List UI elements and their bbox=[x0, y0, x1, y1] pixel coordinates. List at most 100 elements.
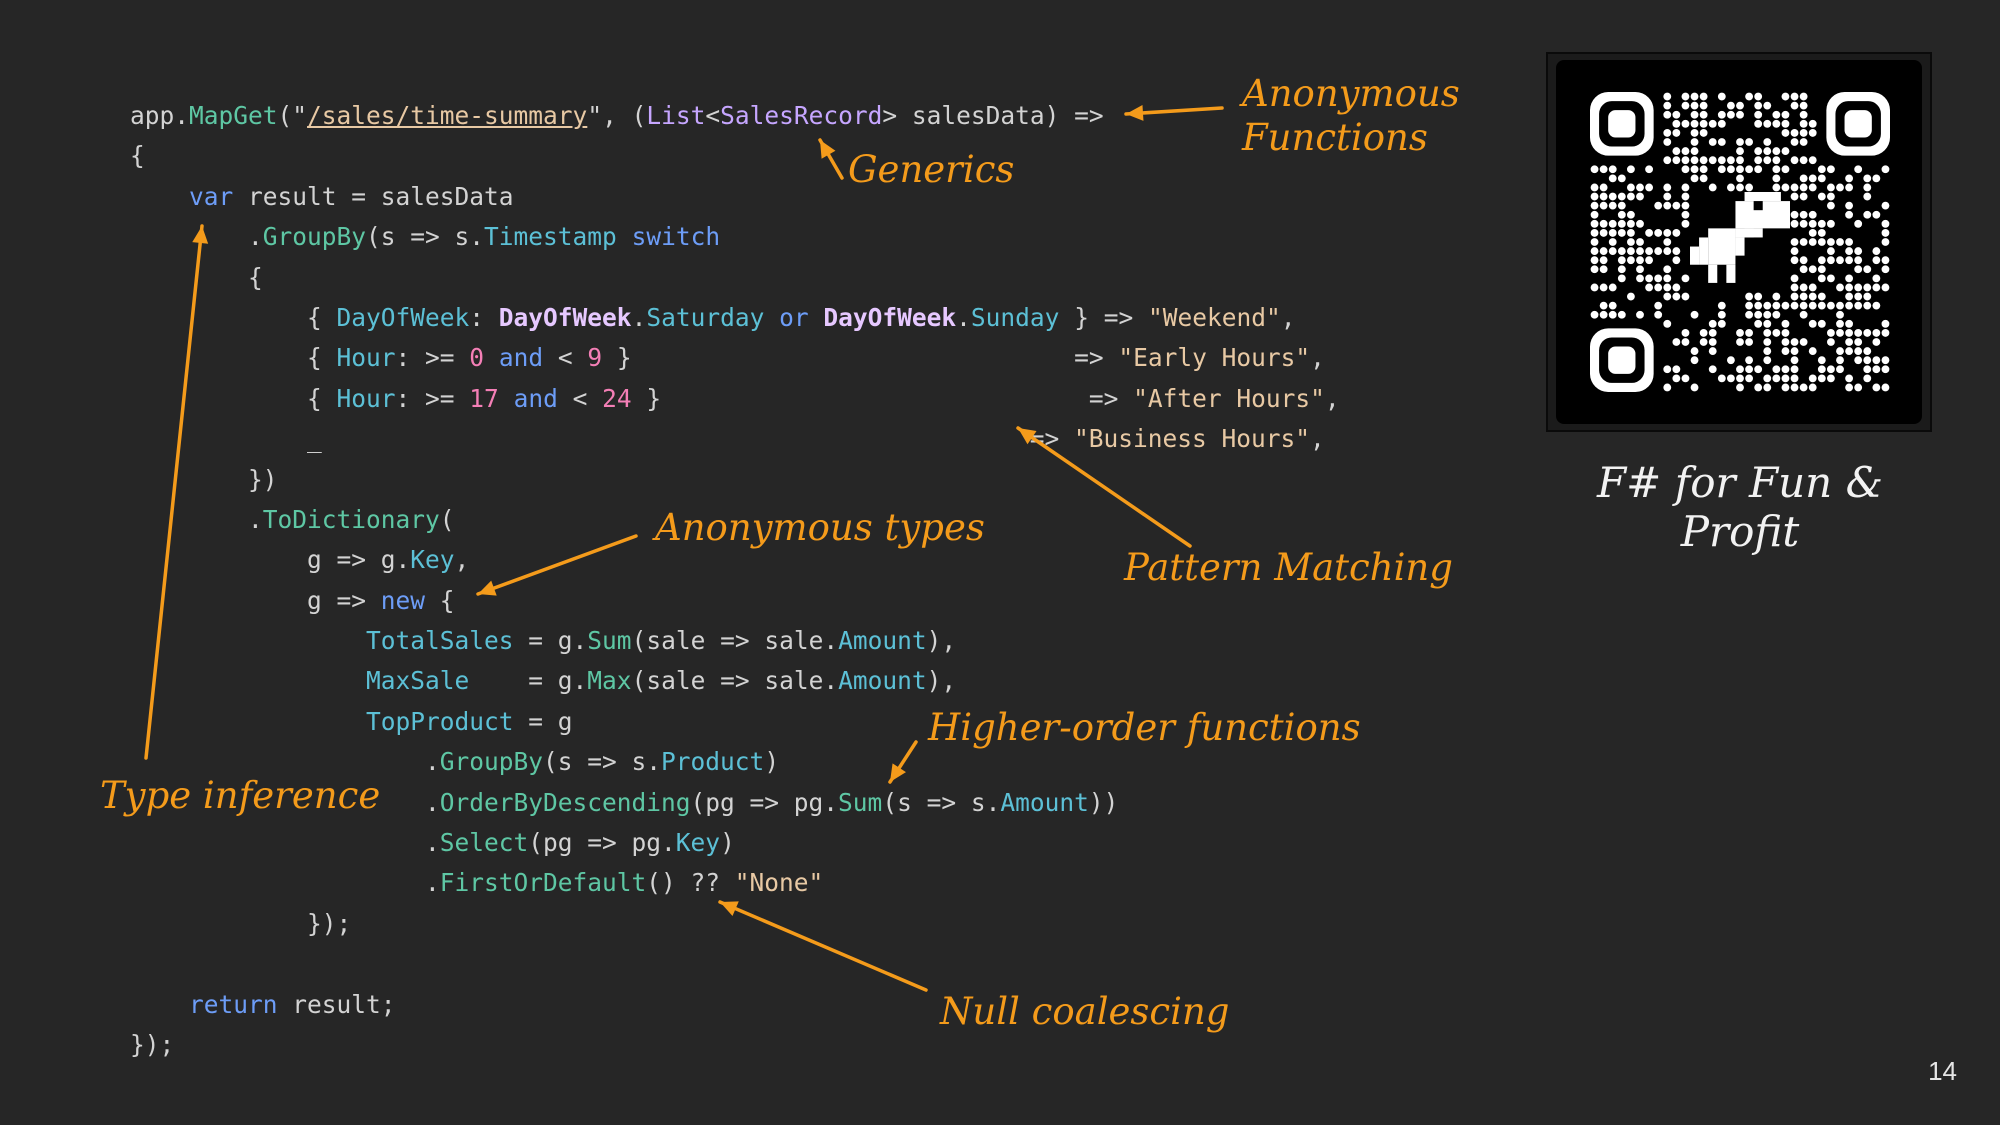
qr-module bbox=[1827, 374, 1835, 383]
qr-module bbox=[1717, 110, 1726, 119]
qr-module bbox=[1745, 292, 1753, 301]
qr-module bbox=[1627, 238, 1635, 246]
qr-module bbox=[1672, 147, 1681, 155]
qr-module bbox=[1717, 374, 1726, 383]
qr-module bbox=[1790, 156, 1799, 165]
qr-module bbox=[1681, 101, 1690, 110]
qr-module bbox=[1790, 247, 1799, 255]
qr-module bbox=[1763, 147, 1772, 155]
qr-module bbox=[1799, 238, 1808, 246]
qr-module bbox=[1872, 356, 1881, 365]
qr-module bbox=[1672, 374, 1681, 383]
qr-module bbox=[1690, 383, 1699, 392]
qr-module bbox=[1645, 247, 1653, 255]
qr-module bbox=[1808, 229, 1817, 237]
qr-module bbox=[1617, 210, 1626, 219]
qr-module bbox=[1781, 165, 1790, 174]
qr-module bbox=[1872, 365, 1881, 374]
qr-module bbox=[1627, 219, 1635, 228]
qr-module bbox=[1590, 256, 1599, 265]
qr-module bbox=[1636, 265, 1644, 274]
qr-module bbox=[1617, 201, 1626, 210]
qr-module bbox=[1763, 329, 1772, 337]
qr-module bbox=[1836, 183, 1844, 192]
qr-module bbox=[1681, 156, 1690, 165]
qr-module bbox=[1663, 283, 1672, 292]
qr-code[interactable] bbox=[1590, 92, 1890, 392]
qr-module bbox=[1690, 92, 1699, 101]
qr-module bbox=[1717, 156, 1726, 165]
qr-module bbox=[1727, 101, 1735, 110]
qr-module bbox=[1590, 201, 1599, 210]
qr-module bbox=[1790, 210, 1799, 219]
qr-module bbox=[1836, 310, 1844, 319]
qr-module bbox=[1836, 301, 1844, 310]
qr-module bbox=[1817, 238, 1826, 246]
qr-module bbox=[1808, 292, 1817, 301]
qr-module bbox=[1808, 119, 1817, 128]
qr-module bbox=[1763, 347, 1772, 355]
qr-module bbox=[1836, 256, 1844, 265]
qr-module bbox=[1663, 247, 1672, 255]
qr-module bbox=[1608, 165, 1617, 174]
qr-module bbox=[1590, 310, 1599, 319]
qr-module bbox=[1763, 101, 1772, 110]
qr-module bbox=[1808, 238, 1817, 246]
qr-module bbox=[1781, 374, 1790, 383]
qr-module bbox=[1754, 310, 1763, 319]
qr-module bbox=[1881, 365, 1890, 374]
qr-module bbox=[1608, 283, 1617, 292]
qr-module bbox=[1845, 174, 1853, 183]
qr-module bbox=[1690, 147, 1699, 155]
qr-module bbox=[1663, 192, 1672, 201]
qr-module bbox=[1599, 192, 1608, 201]
qr-module bbox=[1717, 165, 1726, 174]
qr-module bbox=[1754, 292, 1763, 301]
qr-module bbox=[1845, 201, 1853, 210]
qr-module bbox=[1799, 129, 1808, 137]
qr-module bbox=[1681, 338, 1690, 346]
qr-module bbox=[1645, 283, 1653, 292]
qr-module bbox=[1627, 183, 1635, 192]
qr-module bbox=[1745, 329, 1753, 337]
qr-module bbox=[1754, 156, 1763, 165]
qr-module bbox=[1672, 283, 1681, 292]
qr-module bbox=[1799, 283, 1808, 292]
qr-module bbox=[1617, 229, 1626, 237]
qr-module bbox=[1699, 165, 1708, 174]
qr-module bbox=[1727, 156, 1735, 165]
qr-module bbox=[1781, 347, 1790, 355]
qr-module bbox=[1699, 129, 1708, 137]
qr-module bbox=[1663, 183, 1672, 192]
qr-module bbox=[1599, 283, 1608, 292]
qr-module bbox=[1827, 165, 1835, 174]
qr-module bbox=[1727, 356, 1735, 365]
qr-module bbox=[1763, 119, 1772, 128]
qr-module bbox=[1654, 274, 1663, 283]
qr-module bbox=[1872, 329, 1881, 337]
qr-module bbox=[1663, 319, 1672, 328]
qr-module bbox=[1808, 347, 1817, 355]
arrow-generics bbox=[818, 138, 844, 180]
qr-module bbox=[1627, 256, 1635, 265]
qr-module bbox=[1663, 138, 1672, 146]
qr-module bbox=[1799, 292, 1808, 301]
qr-module bbox=[1881, 356, 1890, 365]
qr-module bbox=[1717, 119, 1726, 128]
qr-module bbox=[1617, 174, 1626, 183]
qr-module bbox=[1781, 319, 1790, 328]
qr-module bbox=[1645, 165, 1653, 174]
qr-module bbox=[1636, 247, 1644, 255]
page-number: 14 bbox=[1928, 1056, 1957, 1086]
qr-module bbox=[1827, 192, 1835, 201]
qr-module bbox=[1690, 138, 1699, 146]
qr-module bbox=[1617, 256, 1626, 265]
qr-module bbox=[1772, 174, 1781, 183]
qr-module bbox=[1772, 147, 1781, 155]
qr-module bbox=[1799, 92, 1808, 101]
qr-module bbox=[1817, 265, 1826, 274]
qr-module bbox=[1817, 301, 1826, 310]
qr-module bbox=[1781, 183, 1790, 192]
qr-module bbox=[1599, 219, 1608, 228]
qr-module bbox=[1627, 247, 1635, 255]
